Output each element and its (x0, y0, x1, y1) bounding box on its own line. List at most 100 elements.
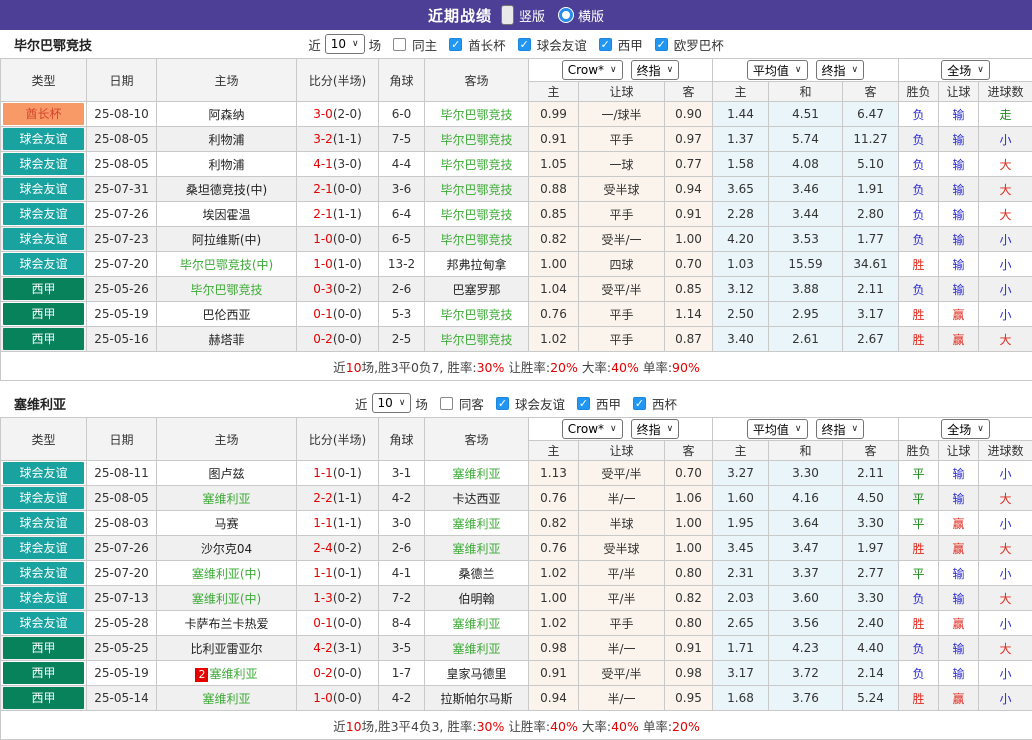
date-cell: 25-07-26 (87, 536, 157, 561)
away-team-link[interactable]: 伯明翰 (458, 592, 494, 606)
league-checkbox-copa[interactable]: ✓ (633, 397, 646, 410)
match-type-cell: 西甲 (1, 277, 87, 302)
home-team-link[interactable]: 比利亚雷亚尔 (190, 642, 262, 656)
handicap-result-cell: 输 (939, 127, 979, 152)
radio-vertical[interactable]: 竖版 (501, 5, 545, 25)
crow-home-odds: 1.00 (529, 586, 579, 611)
home-team-link[interactable]: 赫塔菲 (208, 333, 244, 347)
home-team-cell: 塞维利亚(中) (157, 586, 297, 611)
final-odds-select-1[interactable]: 终指∨ (631, 60, 680, 80)
home-team-link[interactable]: 塞维利亚 (202, 692, 250, 706)
bookmaker-select[interactable]: Crow*∨ (562, 419, 623, 439)
away-team-link[interactable]: 毕尔巴鄂竞技 (440, 183, 512, 197)
average-select[interactable]: 平均值∨ (747, 419, 808, 439)
home-team-link[interactable]: 阿拉维斯(中) (192, 233, 261, 247)
away-team-link[interactable]: 毕尔巴鄂竞技 (440, 133, 512, 147)
match-type-badge: 球会友谊 (3, 203, 84, 225)
match-type-badge: 球会友谊 (3, 462, 84, 484)
handicap-cell: 平手 (579, 302, 665, 327)
away-team-link[interactable]: 塞维利亚 (452, 467, 500, 481)
avg-draw-odds: 3.56 (769, 611, 843, 636)
home-team-link[interactable]: 毕尔巴鄂竞技 (190, 283, 262, 297)
avg-draw-odds: 3.64 (769, 511, 843, 536)
home-team-link[interactable]: 马赛 (214, 517, 238, 531)
league-checkbox-europa[interactable]: ✓ (655, 38, 668, 51)
away-team-link[interactable]: 毕尔巴鄂竞技 (440, 158, 512, 172)
away-team-link[interactable]: 毕尔巴鄂竞技 (440, 333, 512, 347)
away-team-link[interactable]: 桑德兰 (458, 567, 494, 581)
halftime-score: (2-0) (333, 107, 362, 121)
halftime-score: (1-1) (333, 516, 362, 530)
radio-selected-icon[interactable] (501, 5, 514, 25)
home-team-link[interactable]: 塞维利亚 (209, 667, 257, 681)
match-count-select[interactable]: 10 ∨ (372, 393, 412, 413)
same-home-checkbox[interactable] (393, 38, 406, 51)
league-checkbox-friendly[interactable]: ✓ (518, 38, 531, 51)
match-type-badge: 球会友谊 (3, 612, 84, 634)
radio-horizontal[interactable]: 横版 (559, 6, 604, 25)
home-team-link[interactable]: 塞维利亚(中) (192, 592, 261, 606)
match-type-cell: 球会友谊 (1, 177, 87, 202)
away-team-cell: 毕尔巴鄂竞技 (425, 102, 529, 127)
away-team-link[interactable]: 巴塞罗那 (452, 283, 500, 297)
home-team-link[interactable]: 塞维利亚 (202, 492, 250, 506)
summary-text: 大率: (578, 719, 611, 734)
league-checkbox-cup[interactable]: ✓ (449, 38, 462, 51)
home-team-link[interactable]: 巴伦西亚 (202, 308, 250, 322)
league-checkbox-laliga[interactable]: ✓ (577, 397, 590, 410)
home-team-link[interactable]: 卡萨布兰卡热爱 (184, 617, 268, 631)
away-team-link[interactable]: 拉斯帕尔马斯 (440, 692, 512, 706)
match-type-badge: 西甲 (3, 687, 84, 709)
avg-home-odds: 2.03 (713, 586, 769, 611)
away-team-link[interactable]: 邦弗拉甸拿 (446, 258, 506, 272)
bookmaker-select[interactable]: Crow*∨ (562, 60, 623, 80)
score-cell: 0-2(0-0) (297, 327, 379, 352)
result-cell: 胜 (899, 252, 939, 277)
away-team-link[interactable]: 毕尔巴鄂竞技 (440, 308, 512, 322)
crow-away-odds: 1.00 (665, 511, 713, 536)
away-team-link[interactable]: 塞维利亚 (452, 517, 500, 531)
home-team-cell: 阿森纳 (157, 102, 297, 127)
average-select[interactable]: 平均值∨ (747, 60, 808, 80)
crow-home-odds: 0.88 (529, 177, 579, 202)
home-team-link[interactable]: 利物浦 (208, 158, 244, 172)
league-label-friendly: 球会友谊 (515, 394, 565, 413)
final-odds-select-2[interactable]: 终指∨ (816, 60, 865, 80)
match-row: 西甲25-05-19巴伦西亚0-1(0-0)5-3毕尔巴鄂竞技0.76平手1.1… (1, 302, 1032, 327)
radio-unselected-icon[interactable] (559, 8, 573, 22)
home-team-link[interactable]: 桑坦德竞技(中) (186, 183, 267, 197)
fulltime-select[interactable]: 全场∨ (941, 419, 990, 439)
fulltime-score: 0-2 (313, 666, 333, 680)
league-checkbox-laliga[interactable]: ✓ (599, 38, 612, 51)
away-team-link[interactable]: 卡达西亚 (452, 492, 500, 506)
home-team-link[interactable]: 阿森纳 (208, 108, 244, 122)
result-cell: 胜 (899, 327, 939, 352)
home-team-cell: 阿拉维斯(中) (157, 227, 297, 252)
away-team-link[interactable]: 毕尔巴鄂竞技 (440, 208, 512, 222)
home-team-link[interactable]: 毕尔巴鄂竞技(中) (180, 258, 273, 272)
away-team-link[interactable]: 塞维利亚 (452, 617, 500, 631)
fulltime-select[interactable]: 全场∨ (941, 60, 990, 80)
final-odds-select-2[interactable]: 终指∨ (816, 419, 865, 439)
same-away-checkbox[interactable] (440, 397, 453, 410)
away-team-link[interactable]: 毕尔巴鄂竞技 (440, 108, 512, 122)
home-team-link[interactable]: 塞维利亚(中) (192, 567, 261, 581)
final-odds-select-1[interactable]: 终指∨ (631, 419, 680, 439)
away-team-link[interactable]: 皇家马德里 (446, 667, 506, 681)
crow-home-odds: 0.98 (529, 636, 579, 661)
away-team-link[interactable]: 塞维利亚 (452, 542, 500, 556)
avg-away-odds: 1.77 (843, 227, 899, 252)
handicap-cell: 受平/半 (579, 461, 665, 486)
match-count-select[interactable]: 10 ∨ (325, 34, 365, 54)
away-team-cell: 毕尔巴鄂竞技 (425, 177, 529, 202)
games-label: 场 (369, 35, 382, 54)
home-team-link[interactable]: 利物浦 (208, 133, 244, 147)
home-team-link[interactable]: 沙尔克04 (201, 542, 252, 556)
home-team-link[interactable]: 埃因霍温 (202, 208, 250, 222)
league-checkbox-friendly[interactable]: ✓ (496, 397, 509, 410)
away-team-link[interactable]: 塞维利亚 (452, 642, 500, 656)
home-team-link[interactable]: 图卢兹 (208, 467, 244, 481)
fulltime-score: 1-0 (313, 691, 333, 705)
fulltime-score: 2-4 (313, 541, 333, 555)
away-team-link[interactable]: 毕尔巴鄂竞技 (440, 233, 512, 247)
